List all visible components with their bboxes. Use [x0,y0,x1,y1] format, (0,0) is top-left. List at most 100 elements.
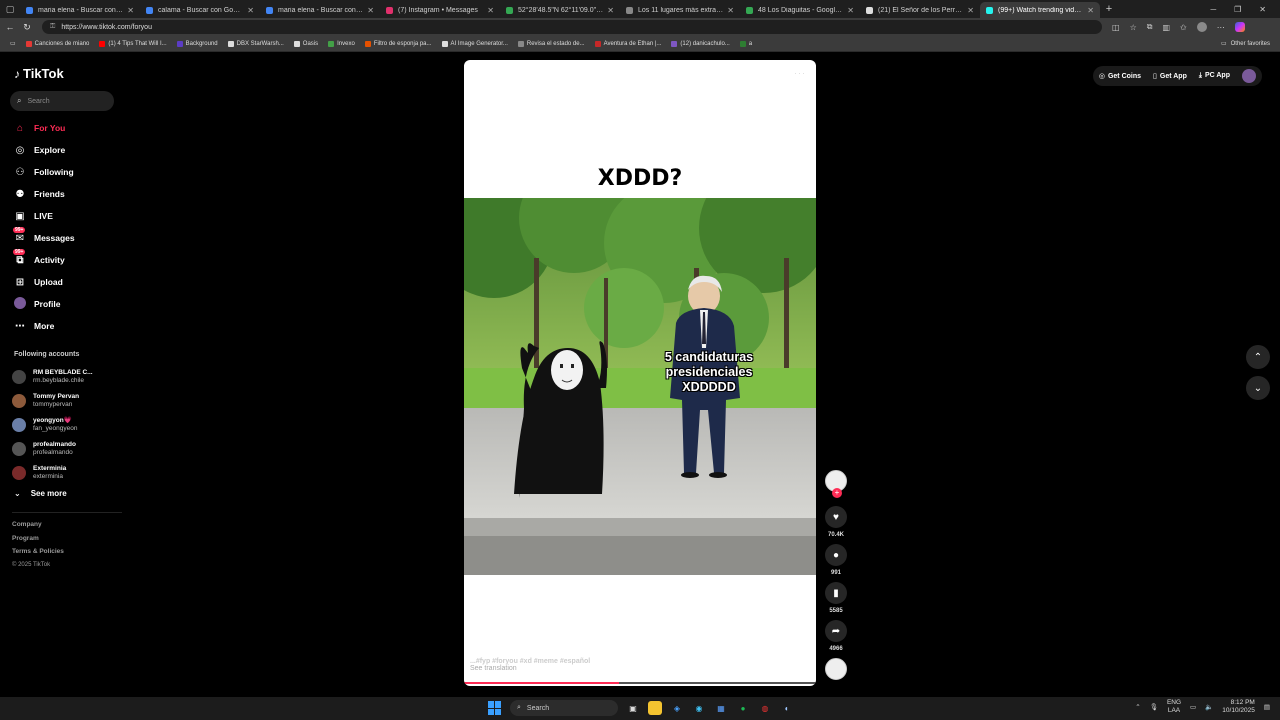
browser-tab[interactable]: (7) Instagram • Messages ✕ [380,2,500,18]
tab-close-icon[interactable]: ✕ [487,6,494,15]
new-tab-button[interactable]: + [1100,3,1118,15]
file-explorer-icon[interactable] [648,701,662,715]
volume-icon[interactable]: 🔈 [1205,703,1213,711]
footer-company-link[interactable]: Company [12,521,64,535]
tab-close-icon[interactable]: ✕ [1087,6,1094,15]
tab-close-icon[interactable]: ✕ [967,6,974,15]
bookmark-item[interactable]: DBX StarWarsh... [227,40,284,47]
extensions-icon[interactable]: ⧉ [1147,22,1153,32]
music-disc-avatar[interactable] [825,658,847,680]
tab-actions-icon[interactable]: ▢ [0,0,20,18]
address-input[interactable]: ⚿ https://www.tiktok.com/foryou [42,20,1102,34]
bookmark-item[interactable]: Background [176,40,218,47]
browser-tab[interactable]: 52°28'48.5"N 62°11'09.0"E - Goo... ✕ [500,2,620,18]
following-account-item[interactable]: yeongyon💗 fan_yeongyeon [12,413,93,437]
split-screen-icon[interactable]: ▥ [1162,23,1170,32]
close-window-icon[interactable]: ✕ [1259,5,1266,14]
creator-avatar[interactable]: + [825,470,847,498]
store-icon[interactable]: ▦ [714,701,728,715]
search-input[interactable]: ⌕ Search [10,91,114,111]
chrome-icon[interactable]: ◍ [758,701,772,715]
minimize-icon[interactable]: ─ [1210,5,1216,14]
settings-menu-icon[interactable]: ⋯ [1217,23,1225,32]
like-button[interactable]: ♥ [825,506,847,528]
tab-close-icon[interactable]: ✕ [847,6,854,15]
browser-profile-avatar[interactable] [1196,22,1207,32]
windows-start-icon[interactable] [488,701,502,715]
bookmark-item[interactable]: Aventura de Ethan |... [594,40,661,47]
network-icon[interactable]: ▭ [1190,703,1196,711]
browser-tab[interactable]: maria elena - Buscar con Google✕ [260,2,380,18]
tab-close-icon[interactable]: ✕ [367,6,374,15]
following-account-item[interactable]: Tommy Pervan tommypervan [12,389,93,413]
video-progress-bar[interactable] [464,682,816,684]
browser-tab[interactable]: (99+) Watch trending videos... ✕ [980,2,1100,18]
browser-tab[interactable]: (21) El Señor de los Perros en X:... ✕ [860,2,980,18]
nav-item-activity[interactable]: ⧉ 99+ Activity [12,248,75,271]
favorites-icon[interactable]: ✩ [1180,23,1187,32]
browser-tab[interactable]: 48 Los Diaguitas - Google Maps ✕ [740,2,860,18]
tab-close-icon[interactable]: ✕ [607,6,614,15]
video-player[interactable]: ··· XDDD? 5 candidaturas presidenciales … [464,60,816,686]
refresh-icon[interactable]: ↻ [20,22,34,33]
follow-plus-icon[interactable]: + [832,488,842,498]
back-icon[interactable]: ← [3,22,17,32]
pc-app-button[interactable]: ⤓ PC App [1199,72,1230,80]
tab-close-icon[interactable]: ✕ [127,6,134,15]
bookmark-item[interactable]: (1) 4 Tips That Will I... [99,40,167,47]
previous-video-button[interactable]: ⌃ [1246,345,1270,369]
copilot-app-icon[interactable]: ◈ [670,701,684,715]
taskbar-search-input[interactable]: ⌕ Search [510,700,618,716]
notifications-icon[interactable]: ▤ [1264,703,1270,711]
user-avatar[interactable] [1242,69,1256,83]
tab-close-icon[interactable]: ✕ [247,6,254,15]
read-aloud-icon[interactable]: ◫ [1112,23,1120,32]
browser-tab[interactable]: calama - Buscar con Google ✕ [140,2,260,18]
browser-tab[interactable]: maria elena - Buscar con Google✕ [20,2,140,18]
tab-close-icon[interactable]: ✕ [727,6,734,15]
nav-item-explore[interactable]: ◎ Explore [12,139,75,161]
share-button[interactable]: ➦ [825,620,847,642]
footer-program-link[interactable]: Program [12,535,64,549]
nav-item-messages[interactable]: ✉ 99+ Messages [12,226,75,249]
footer-terms-link[interactable]: Terms & Policies [12,548,64,562]
get-coins-button[interactable]: ◎ Get Coins [1099,72,1141,80]
bookmark-item[interactable]: (12) danicachulo... [671,40,730,47]
site-info-icon[interactable]: ⚿ [50,23,55,31]
save-button[interactable]: ▮ [825,582,847,604]
input-language[interactable]: ENG LAA [1167,699,1181,715]
bookmark-item[interactable]: AI Image Generator... [441,40,508,47]
copilot-icon[interactable] [1234,22,1245,32]
comment-button[interactable]: ● [825,544,847,566]
bookmark-item[interactable]: Oasis [293,40,318,47]
restore-icon[interactable]: ❐ [1234,5,1241,14]
other-favorites[interactable]: ▭ Other favorites [1221,40,1270,48]
nav-item-friends[interactable]: ⚉ Friends [12,183,75,205]
microphone-icon[interactable]: 🎙 [1150,703,1158,711]
favorite-star-icon[interactable]: ☆ [1130,23,1137,32]
nav-item-live[interactable]: ▣ LIVE [12,205,75,227]
clock[interactable]: 8:12 PM 10/10/2025 [1222,699,1255,715]
video-frame[interactable]: 5 candidaturas presidenciales XDDDDD [464,198,816,575]
see-translation-link[interactable]: See translation [470,665,590,672]
get-app-button[interactable]: ▯ Get App [1153,72,1187,80]
spotify-icon[interactable]: ● [736,701,750,715]
nav-item-upload[interactable]: ⊞ Upload [12,271,75,293]
bookmark-item[interactable]: Canciones de miano [25,40,89,47]
next-video-button[interactable]: ⌄ [1246,376,1270,400]
following-account-item[interactable]: Exterminia exterminia [12,461,93,485]
bookmark-item[interactable]: Invexo [328,40,355,47]
nav-item-more[interactable]: ⋯ More [12,315,75,337]
tiktok-logo[interactable]: ♪ TikTok [14,66,64,81]
bookmark-item[interactable]: Filtro de esponja pa... [364,40,432,47]
video-more-icon[interactable]: ··· [794,68,806,78]
task-view-icon[interactable]: ▣ [626,701,640,715]
edge-icon[interactable]: ◉ [692,701,706,715]
browser-tab[interactable]: Los 11 lugares más extraños que... ✕ [620,2,740,18]
nav-item-for-you[interactable]: ⌂ For You [12,117,75,139]
nav-item-profile[interactable]: Profile [12,293,75,315]
see-more-button[interactable]: ⌄ See more [14,489,67,498]
bookmark-item[interactable]: Revisa el estado de... [517,40,585,47]
following-account-item[interactable]: profealmando profealmando [12,437,93,461]
tray-chevron-up-icon[interactable]: ⌃ [1135,703,1140,711]
